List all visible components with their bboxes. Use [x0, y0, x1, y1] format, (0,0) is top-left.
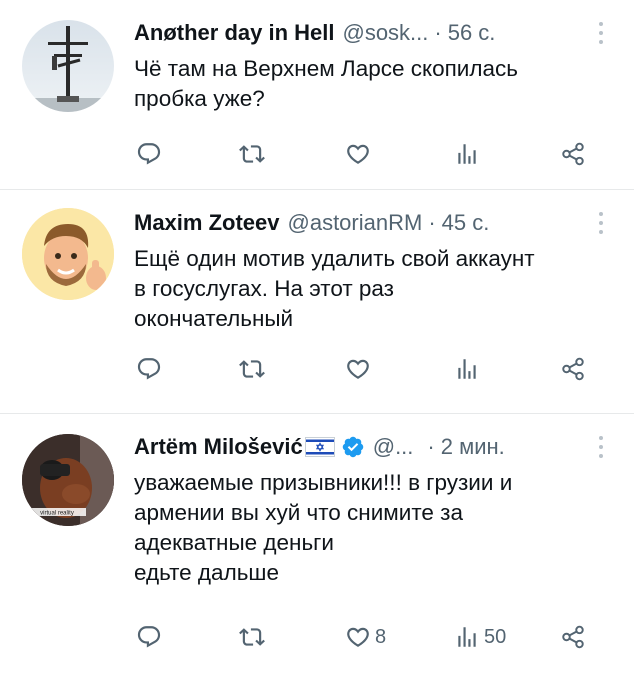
views-button[interactable] — [454, 137, 484, 171]
israel-flag-icon — [304, 437, 335, 457]
like-icon — [345, 356, 371, 382]
separator-dot: · — [427, 434, 435, 459]
retweet-icon — [239, 356, 265, 382]
more-options-icon[interactable] — [594, 212, 608, 234]
tweet[interactable]: Anøther day in Hell @sosk... · 56 с. Чё … — [0, 0, 634, 190]
tweet-feed: Anøther day in Hell @sosk... · 56 с. Чё … — [0, 0, 634, 680]
like-button[interactable]: 8 — [345, 620, 386, 654]
avatar[interactable] — [22, 20, 114, 112]
reply-icon — [136, 624, 162, 650]
dog-vr-avatar: virtual reality — [22, 434, 114, 526]
retweet-button[interactable] — [239, 137, 269, 171]
views-count: 50 — [484, 625, 507, 648]
author-handle[interactable]: @astorianRM — [288, 208, 423, 238]
action-bar: 8 50 — [0, 620, 634, 654]
author-name[interactable]: Maxim Zoteev — [134, 208, 280, 238]
timestamp[interactable]: 2 мин. — [441, 432, 505, 462]
action-bar — [0, 137, 634, 171]
views-icon — [454, 624, 480, 650]
avatar[interactable] — [22, 208, 114, 300]
tweet-header: Anøther day in Hell @sosk... · 56 с. — [134, 18, 608, 48]
avatar[interactable]: virtual reality — [22, 434, 114, 526]
avatar-caption: virtual reality — [40, 511, 74, 517]
tweet-header: Maxim Zoteev @astorianRM · 45 с. — [134, 208, 608, 238]
views-icon — [454, 356, 480, 382]
timestamp[interactable]: 56 с. — [448, 18, 496, 48]
author-handle[interactable]: @... — [373, 432, 414, 462]
reply-button[interactable] — [136, 352, 166, 386]
tweet-header: Artëm Milošević @... · 2 мин. — [134, 432, 608, 462]
retweet-icon — [239, 624, 265, 650]
like-icon — [345, 624, 371, 650]
share-button[interactable] — [560, 352, 586, 386]
share-icon — [560, 624, 586, 650]
verified-badge-icon[interactable] — [341, 435, 365, 459]
tweet[interactable]: virtual reality Artëm Milošević @... · 2… — [0, 414, 634, 680]
reply-button[interactable] — [136, 137, 166, 171]
reply-button[interactable] — [136, 620, 166, 654]
like-count: 8 — [375, 625, 387, 648]
cross-photo-avatar — [22, 20, 114, 112]
more-options-icon[interactable] — [594, 22, 608, 44]
reply-icon — [136, 356, 162, 382]
share-icon — [560, 356, 586, 382]
like-icon — [345, 141, 371, 167]
action-bar — [0, 352, 634, 386]
views-button[interactable]: 50 — [454, 620, 506, 654]
like-button[interactable] — [345, 352, 375, 386]
more-options-icon[interactable] — [594, 436, 608, 458]
timestamp[interactable]: 45 с. — [442, 208, 490, 238]
views-icon — [454, 141, 480, 167]
tweet-text: уважаемые призывники!!! в грузии и армен… — [134, 470, 513, 585]
tweet[interactable]: Maxim Zoteev @astorianRM · 45 с. Ещё оди… — [0, 190, 634, 414]
reply-icon — [136, 141, 162, 167]
like-button[interactable] — [345, 137, 375, 171]
memoji-avatar — [22, 208, 114, 300]
tweet-text: Ещё один мотив удалить свой аккаунт в го… — [134, 246, 535, 331]
retweet-icon — [239, 141, 265, 167]
author-name[interactable]: Artëm Milošević — [134, 432, 303, 462]
views-button[interactable] — [454, 352, 484, 386]
author-handle[interactable]: @sosk... — [342, 18, 428, 48]
share-icon — [560, 141, 586, 167]
tweet-text: Чё там на Верхнем Ларсе скопилась пробка… — [134, 56, 518, 111]
separator-dot: · — [434, 20, 442, 45]
separator-dot: · — [428, 210, 436, 235]
share-button[interactable] — [560, 137, 586, 171]
share-button[interactable] — [560, 620, 586, 654]
retweet-button[interactable] — [239, 620, 269, 654]
author-name[interactable]: Anøther day in Hell — [134, 18, 334, 48]
retweet-button[interactable] — [239, 352, 269, 386]
